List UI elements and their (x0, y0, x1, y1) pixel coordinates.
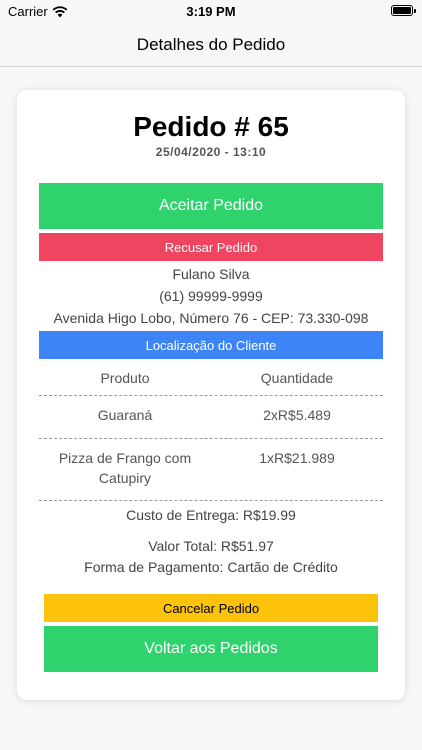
customer-phone: (61) 99999-9999 (159, 288, 263, 304)
clock: 3:19 PM (186, 4, 236, 19)
customer-address: Avenida Higo Lobo, Número 76 - CEP: 73.3… (53, 310, 369, 326)
status-bar: Carrier 3:19 PM (0, 0, 422, 24)
navigation-bar: Detalhes do Pedido (0, 24, 422, 67)
product-quantity: 2xR$5.489 (263, 407, 331, 423)
product-name: Pizza de Frango com Catupiry (58, 450, 192, 486)
divider (39, 395, 383, 396)
order-title: Pedido # 65 (133, 111, 289, 142)
payment-method: Forma de Pagamento: Cartão de Crédito (84, 559, 338, 575)
page-title: Detalhes do Pedido (136, 35, 286, 54)
order-card: Pedido # 65 25/04/2020 - 13:10 Aceitar P… (17, 90, 405, 700)
refuse-order-button[interactable]: Recusar Pedido (39, 233, 383, 261)
battery-level (393, 7, 411, 14)
order-total: Valor Total: R$51.97 (148, 538, 274, 554)
delivery-cost: Custo de Entrega: R$19.99 (126, 507, 296, 523)
product-name: Guaraná (97, 407, 153, 423)
customer-location-button[interactable]: Localização do Cliente (39, 331, 383, 359)
divider (39, 438, 383, 439)
battery-icon (391, 5, 416, 16)
column-header-product: Produto (100, 370, 150, 386)
cancel-order-button[interactable]: Cancelar Pedido (44, 594, 378, 622)
order-datetime: 25/04/2020 - 13:10 (155, 145, 267, 159)
column-header-quantity: Quantidade (260, 370, 334, 386)
back-to-orders-button[interactable]: Voltar aos Pedidos (44, 626, 378, 672)
accept-order-button[interactable]: Aceitar Pedido (39, 183, 383, 229)
divider (39, 500, 383, 501)
product-quantity: 1xR$21.989 (259, 450, 335, 466)
customer-name: Fulano Silva (172, 266, 250, 282)
